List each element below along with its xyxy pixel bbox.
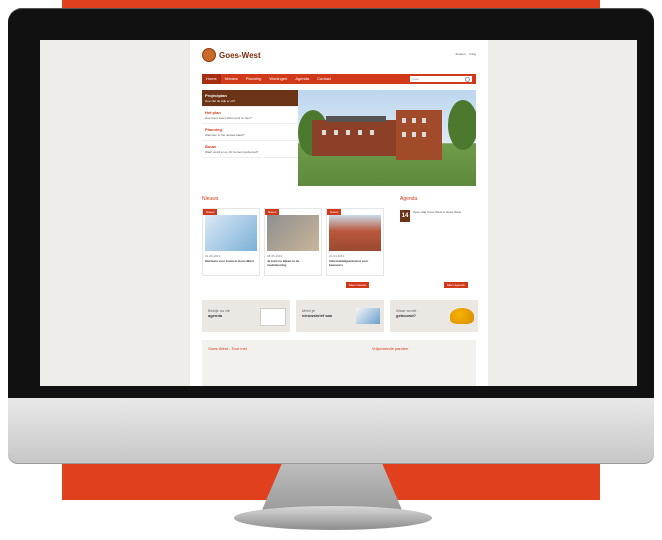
nav-item-contact[interactable]: Contact (313, 74, 335, 84)
news-badge: Nieuw (265, 209, 280, 215)
news-card[interactable]: Nieuw 08-05-2013 Je kunt nu kijken in de… (264, 208, 322, 276)
agenda-heading: Agenda (400, 196, 418, 202)
news-thumbnail (205, 215, 257, 251)
nav-item-planning[interactable]: Planning (242, 74, 266, 84)
main-navbar: Home Nieuws Planning Woningen Agenda Con… (202, 74, 476, 84)
calendar-icon (260, 308, 286, 326)
hero-menu-title: Het plan (205, 110, 221, 115)
monitor-foot (234, 506, 432, 530)
promo-label: Meld je nieuwsbrief aan (302, 308, 333, 318)
news-title: Startsein voor bouw in Goes-West (205, 259, 254, 263)
news-card[interactable]: Nieuw 01-06-2013 Startsein voor bouw in … (202, 208, 260, 276)
news-heading: Nieuws (202, 196, 219, 202)
bottom-left-title: Goes-West - Tour met (208, 346, 247, 351)
hero-menu-title: Planning (205, 127, 222, 132)
news-thumbnail (329, 215, 381, 251)
news-title: Je kunt nu kijken in de modelwoning (267, 259, 300, 267)
monitor-chin (8, 398, 654, 464)
nav-item-agenda[interactable]: Agenda (291, 74, 313, 84)
logo-mark-icon (202, 48, 216, 62)
promo-agenda[interactable]: Bekijk nu de agenda (202, 300, 290, 332)
website-page: Goes-West Zoeken Inlog Home Nieuws Plann… (190, 40, 488, 386)
promo-construction[interactable]: Waar wordt gebouwd? (390, 300, 478, 332)
promo-label: Bekijk nu de agenda (208, 308, 230, 318)
hero-menu-title: Projectplan (205, 93, 227, 98)
news-cards: Nieuw 01-06-2013 Startsein voor bouw in … (202, 208, 384, 276)
helmet-icon (450, 308, 474, 324)
hero-menu-item-bouw[interactable]: Bouw Waar wordt er op dit moment gebouwd… (202, 141, 298, 158)
agenda-more-button[interactable]: Meer agenda (444, 282, 468, 288)
search-input[interactable]: Zoek (410, 76, 472, 82)
logo-text: Goes-West (219, 50, 261, 60)
promo-row: Bekijk nu de agenda Meld je nieuwsbrief aa… (202, 300, 478, 332)
news-title: Informatiebijeenkomst voor bewoners (329, 259, 369, 267)
nav-item-home[interactable]: Home (202, 74, 221, 84)
top-links: Zoeken Inlog (455, 52, 476, 56)
news-more-button[interactable]: Meer nieuws (346, 282, 370, 288)
promo-newsletter[interactable]: Meld je nieuwsbrief aan (296, 300, 384, 332)
news-date: 22-04-2013 (329, 254, 345, 258)
news-badge: Nieuw (203, 209, 218, 215)
site-header: Goes-West Zoeken Inlog (190, 40, 488, 70)
news-thumbnail (267, 215, 319, 251)
hero-menu-title: Bouw (205, 144, 216, 149)
search-icon[interactable] (465, 77, 470, 82)
search-placeholder: Zoek (412, 77, 419, 81)
hero-menu-sub: Hoe ziet de wijk er uit? (205, 99, 236, 103)
site-logo[interactable]: Goes-West (202, 48, 261, 62)
news-badge: Nieuw (327, 209, 342, 215)
news-date: 08-05-2013 (267, 254, 283, 258)
promo-label: Waar wordt gebouwd? (396, 308, 417, 318)
hero-image (298, 90, 476, 186)
agenda-item[interactable]: 14 Open dag Goes-West in Goes-West (400, 210, 461, 222)
hero-menu-sub: Hoe komt Goes-West eruit te zien? (205, 116, 252, 120)
monitor-stand (262, 464, 402, 510)
nav-item-news[interactable]: Nieuws (221, 74, 242, 84)
top-link-login[interactable]: Inlog (469, 52, 476, 56)
hero-section: Projectplan Hoe ziet de wijk er uit? Het… (202, 90, 476, 186)
hero-menu-sub: Wanneer is het nieuwe klaar? (205, 133, 245, 137)
bottom-strip: Goes-West - Tour met Vrijwonende panden (202, 340, 476, 386)
agenda-date: 14 (400, 210, 410, 222)
nav-item-homes[interactable]: Woningen (265, 74, 291, 84)
hero-menu-item-planning[interactable]: Planning Wanneer is het nieuwe klaar? (202, 124, 298, 141)
agenda-text: Open dag Goes-West in Goes-West (413, 210, 461, 214)
newsletter-icon (356, 308, 380, 324)
monitor-bezel: Goes-West Zoeken Inlog Home Nieuws Plann… (8, 8, 654, 400)
monitor-screen: Goes-West Zoeken Inlog Home Nieuws Plann… (40, 40, 637, 386)
top-link-search[interactable]: Zoeken (455, 52, 465, 56)
hero-menu: Projectplan Hoe ziet de wijk er uit? Het… (202, 90, 298, 186)
news-date: 01-06-2013 (205, 254, 221, 258)
hero-menu-sub: Waar wordt er op dit moment gebouwd? (205, 150, 259, 154)
bottom-right-title: Vrijwonende panden (372, 346, 409, 351)
house-row-image (312, 120, 396, 156)
hero-menu-item-projectplan[interactable]: Projectplan Hoe ziet de wijk er uit? (202, 90, 298, 107)
news-card[interactable]: Nieuw 22-04-2013 Informatiebijeenkomst v… (326, 208, 384, 276)
hero-menu-item-plan[interactable]: Het plan Hoe komt Goes-West eruit te zie… (202, 107, 298, 124)
